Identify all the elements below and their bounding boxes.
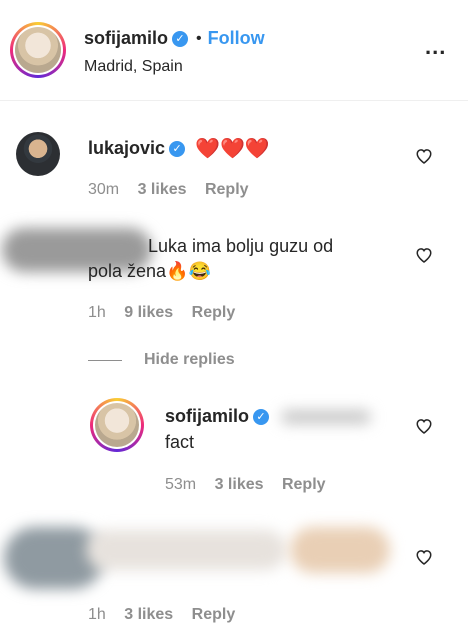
comment-time[interactable]: 30m xyxy=(88,181,119,198)
comment-text: ❤️❤️❤️ xyxy=(195,138,270,160)
verified-badge-icon: ✓ xyxy=(169,140,186,157)
comment-username[interactable]: lukajovic xyxy=(88,138,165,159)
reply-username[interactable]: sofijamilo xyxy=(165,406,249,427)
header-username[interactable]: sofijamilo xyxy=(84,28,168,49)
reply-meta: 53m 3 likes Reply xyxy=(165,476,340,494)
header-divider xyxy=(0,100,468,101)
comment-2-body: Luka ima bolju guzu od pola žena🔥😂 xyxy=(88,236,333,282)
reply-header: sofijamilo ✓ xyxy=(165,406,372,427)
avatar xyxy=(15,27,61,73)
comment-text: pola žena🔥😂 xyxy=(88,261,211,281)
comment-likes[interactable]: 9 likes xyxy=(124,304,173,321)
comment-avatar[interactable] xyxy=(16,132,60,176)
comment-time[interactable]: 1h xyxy=(88,606,106,623)
reply-text: fact xyxy=(165,432,195,452)
header-user-line: sofijamilo ✓ • Follow xyxy=(84,28,265,49)
separator-dot: • xyxy=(196,29,202,47)
comment-3-meta: 1h 3 likes Reply xyxy=(88,606,249,624)
comment-likes[interactable]: 3 likes xyxy=(124,606,173,623)
reply-avatar[interactable] xyxy=(90,398,144,452)
reply-button[interactable]: Reply xyxy=(205,181,249,198)
blurred-comment-text xyxy=(86,530,286,570)
comment-time[interactable]: 53m xyxy=(165,476,196,493)
comment-2-meta: 1h 9 likes Reply xyxy=(88,304,249,322)
comment-time[interactable]: 1h xyxy=(88,304,106,321)
replies-line xyxy=(88,360,122,361)
comment-likes[interactable]: 3 likes xyxy=(138,181,187,198)
hide-replies-button[interactable]: Hide replies xyxy=(144,351,235,369)
comment-1-header: lukajovic ✓ ❤️❤️❤️ xyxy=(88,136,270,161)
blurred-mention xyxy=(281,409,372,424)
follow-button[interactable]: Follow xyxy=(208,28,265,49)
like-heart-icon[interactable] xyxy=(414,145,434,165)
reply-button[interactable]: Reply xyxy=(192,606,236,623)
like-heart-icon[interactable] xyxy=(414,244,434,264)
avatar xyxy=(16,132,60,176)
blurred-comment-text xyxy=(290,527,390,573)
comment-text: Luka ima bolju guzu od xyxy=(148,236,334,256)
reply-button[interactable]: Reply xyxy=(192,304,236,321)
verified-badge-icon: ✓ xyxy=(253,408,270,425)
like-heart-icon[interactable] xyxy=(414,546,434,566)
verified-badge-icon: ✓ xyxy=(172,30,189,47)
reply-button[interactable]: Reply xyxy=(282,476,326,493)
header-avatar[interactable] xyxy=(10,22,66,78)
avatar xyxy=(95,403,139,447)
more-options-icon[interactable]: ... xyxy=(425,34,446,60)
comment-likes[interactable]: 3 likes xyxy=(215,476,264,493)
header-location[interactable]: Madrid, Spain xyxy=(84,58,183,76)
comment-1-meta: 30m 3 likes Reply xyxy=(88,181,263,199)
like-heart-icon[interactable] xyxy=(414,415,434,435)
